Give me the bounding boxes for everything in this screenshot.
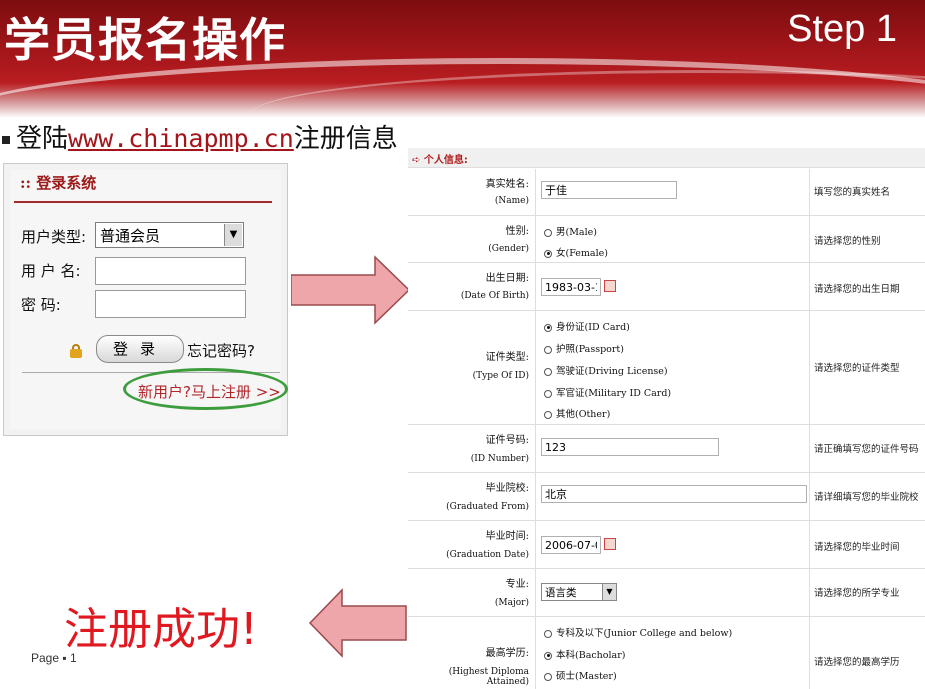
bullet-square-icon bbox=[2, 136, 10, 144]
grad-date-label-en: (Graduation Date) bbox=[446, 550, 529, 560]
username-input[interactable] bbox=[95, 257, 246, 285]
slide-title: 学员报名操作 bbox=[4, 4, 286, 70]
login-title: :: 登录系统 bbox=[20, 172, 96, 193]
id-number-input[interactable] bbox=[541, 438, 719, 456]
gender-option-female[interactable]: 女(Female) bbox=[544, 245, 608, 259]
id-option-other[interactable]: 其他(Other) bbox=[544, 406, 610, 420]
grad-date-hint: 请选择您的毕业时间 bbox=[814, 539, 900, 553]
user-type-select[interactable]: 普通会员 ▼ bbox=[95, 222, 244, 248]
school-label: 毕业院校: bbox=[486, 479, 529, 494]
instruction-suffix: 注册信息 bbox=[294, 124, 398, 154]
diploma-option-master[interactable]: 硕士(Master) bbox=[544, 668, 617, 682]
id-number-hint: 请正确填写您的证件号码 bbox=[814, 441, 919, 455]
id-option-idcard[interactable]: 身份证(ID Card) bbox=[544, 319, 630, 333]
page-number: Page ▪ 1 bbox=[31, 651, 77, 665]
gender-label-en: (Gender) bbox=[488, 244, 529, 254]
school-hint: 请详细填写您的毕业院校 bbox=[814, 489, 919, 503]
id-number-label-en: (ID Number) bbox=[471, 454, 529, 464]
form-row-major: 专业: (Major) 语言类▼ 请选择您的所学专业 bbox=[408, 569, 925, 617]
radio-icon[interactable] bbox=[544, 411, 552, 419]
dob-label: 出生日期: bbox=[486, 269, 529, 284]
user-type-value: 普通会员 bbox=[100, 227, 160, 245]
id-type-label: 证件类型: bbox=[486, 348, 529, 363]
site-link[interactable]: www.chinapmp.cn bbox=[68, 124, 294, 153]
header-banner: 学员报名操作 Step 1 bbox=[0, 0, 925, 118]
registration-form: ➪ 个人信息: 真实姓名: (Name) 填写您的真实姓名 性别: (Gender)… bbox=[408, 148, 925, 689]
name-label-en: (Name) bbox=[495, 196, 529, 206]
id-type-label-en: (Type Of ID) bbox=[473, 371, 529, 381]
step-label: Step 1 bbox=[787, 8, 897, 51]
gender-hint: 请选择您的性别 bbox=[814, 233, 881, 247]
id-number-label: 证件号码: bbox=[486, 431, 529, 446]
radio-icon[interactable] bbox=[544, 229, 552, 237]
form-row-school: 毕业院校: (Graduated From) 请详细填写您的毕业院校 bbox=[408, 473, 925, 521]
dob-input[interactable] bbox=[541, 278, 601, 296]
radio-icon[interactable] bbox=[544, 673, 552, 681]
dob-label-en: (Date Of Birth) bbox=[461, 291, 529, 301]
forgot-password-link[interactable]: 忘记密码? bbox=[187, 340, 255, 361]
right-arrow-icon bbox=[291, 255, 411, 325]
login-button[interactable]: 登录 bbox=[96, 335, 184, 363]
login-title-divider bbox=[14, 201, 272, 203]
instruction-prefix: 登陆 bbox=[16, 124, 68, 154]
form-row-grad-date: 毕业时间: (Graduation Date) 请选择您的毕业时间 bbox=[408, 521, 925, 569]
instruction-line: 登陆www.chinapmp.cn注册信息 bbox=[2, 118, 398, 155]
dob-hint: 请选择您的出生日期 bbox=[814, 281, 900, 295]
grad-date-input[interactable] bbox=[541, 536, 601, 554]
form-row-id-type: 证件类型: (Type Of ID) 身份证(ID Card) 护照(Passpo… bbox=[408, 311, 925, 425]
form-row-gender: 性别: (Gender) 男(Male) 女(Female) 请选择您的性别 bbox=[408, 216, 925, 263]
gender-label: 性别: bbox=[506, 222, 529, 237]
diploma-label: 最高学历: bbox=[486, 644, 529, 659]
diploma-label-en: (Highest Diploma Attained) bbox=[408, 667, 529, 687]
diploma-option-bachelor[interactable]: 本科(Bacholar) bbox=[544, 647, 625, 661]
major-hint: 请选择您的所学专业 bbox=[814, 585, 900, 599]
calendar-icon[interactable] bbox=[604, 538, 616, 550]
major-select[interactable]: 语言类▼ bbox=[541, 583, 617, 601]
gender-option-male[interactable]: 男(Male) bbox=[544, 224, 597, 238]
grad-date-label: 毕业时间: bbox=[486, 527, 529, 542]
id-type-hint: 请选择您的证件类型 bbox=[814, 360, 900, 374]
name-label: 真实姓名: bbox=[486, 175, 529, 190]
id-option-military[interactable]: 军官证(Military ID Card) bbox=[544, 385, 671, 399]
form-row-name: 真实姓名: (Name) 填写您的真实姓名 bbox=[408, 169, 925, 216]
username-label: 用 户 名: bbox=[21, 260, 81, 281]
section-title: ➪ 个人信息: bbox=[408, 148, 925, 168]
chevron-down-icon[interactable]: ▼ bbox=[602, 584, 616, 600]
user-type-label: 用户类型: bbox=[21, 226, 86, 247]
radio-selected-icon[interactable] bbox=[544, 250, 552, 258]
calendar-icon[interactable] bbox=[604, 280, 616, 292]
name-input[interactable] bbox=[541, 181, 677, 199]
register-link[interactable]: 新用户?马上注册 >> bbox=[138, 381, 281, 402]
password-label: 密 码: bbox=[21, 294, 61, 315]
password-input[interactable] bbox=[95, 290, 246, 318]
form-row-id-number: 证件号码: (ID Number) 请正确填写您的证件号码 bbox=[408, 425, 925, 473]
radio-icon[interactable] bbox=[544, 346, 552, 354]
name-hint: 填写您的真实姓名 bbox=[814, 184, 890, 198]
school-input[interactable] bbox=[541, 485, 807, 503]
major-label-en: (Major) bbox=[495, 598, 529, 608]
left-arrow-icon bbox=[308, 588, 408, 658]
form-row-diploma: 最高学历: (Highest Diploma Attained) 专科及以下(Ju… bbox=[408, 617, 925, 689]
id-option-passport[interactable]: 护照(Passport) bbox=[544, 341, 624, 355]
radio-icon[interactable] bbox=[544, 390, 552, 398]
lock-icon bbox=[70, 344, 82, 358]
school-label-en: (Graduated From) bbox=[446, 502, 529, 512]
chevron-down-icon[interactable]: ▼ bbox=[224, 224, 242, 246]
diploma-hint: 请选择您的最高学历 bbox=[814, 654, 900, 668]
diploma-option-college[interactable]: 专科及以下(Junior College and below) bbox=[544, 625, 732, 639]
radio-selected-icon[interactable] bbox=[544, 324, 552, 332]
id-option-driving[interactable]: 驾驶证(Driving License) bbox=[544, 363, 668, 377]
radio-selected-icon[interactable] bbox=[544, 652, 552, 660]
success-message: 注册成功! bbox=[64, 593, 258, 657]
radio-icon[interactable] bbox=[544, 368, 552, 376]
radio-icon[interactable] bbox=[544, 630, 552, 638]
form-row-dob: 出生日期: (Date Of Birth) 请选择您的出生日期 bbox=[408, 263, 925, 311]
major-label: 专业: bbox=[506, 575, 529, 590]
